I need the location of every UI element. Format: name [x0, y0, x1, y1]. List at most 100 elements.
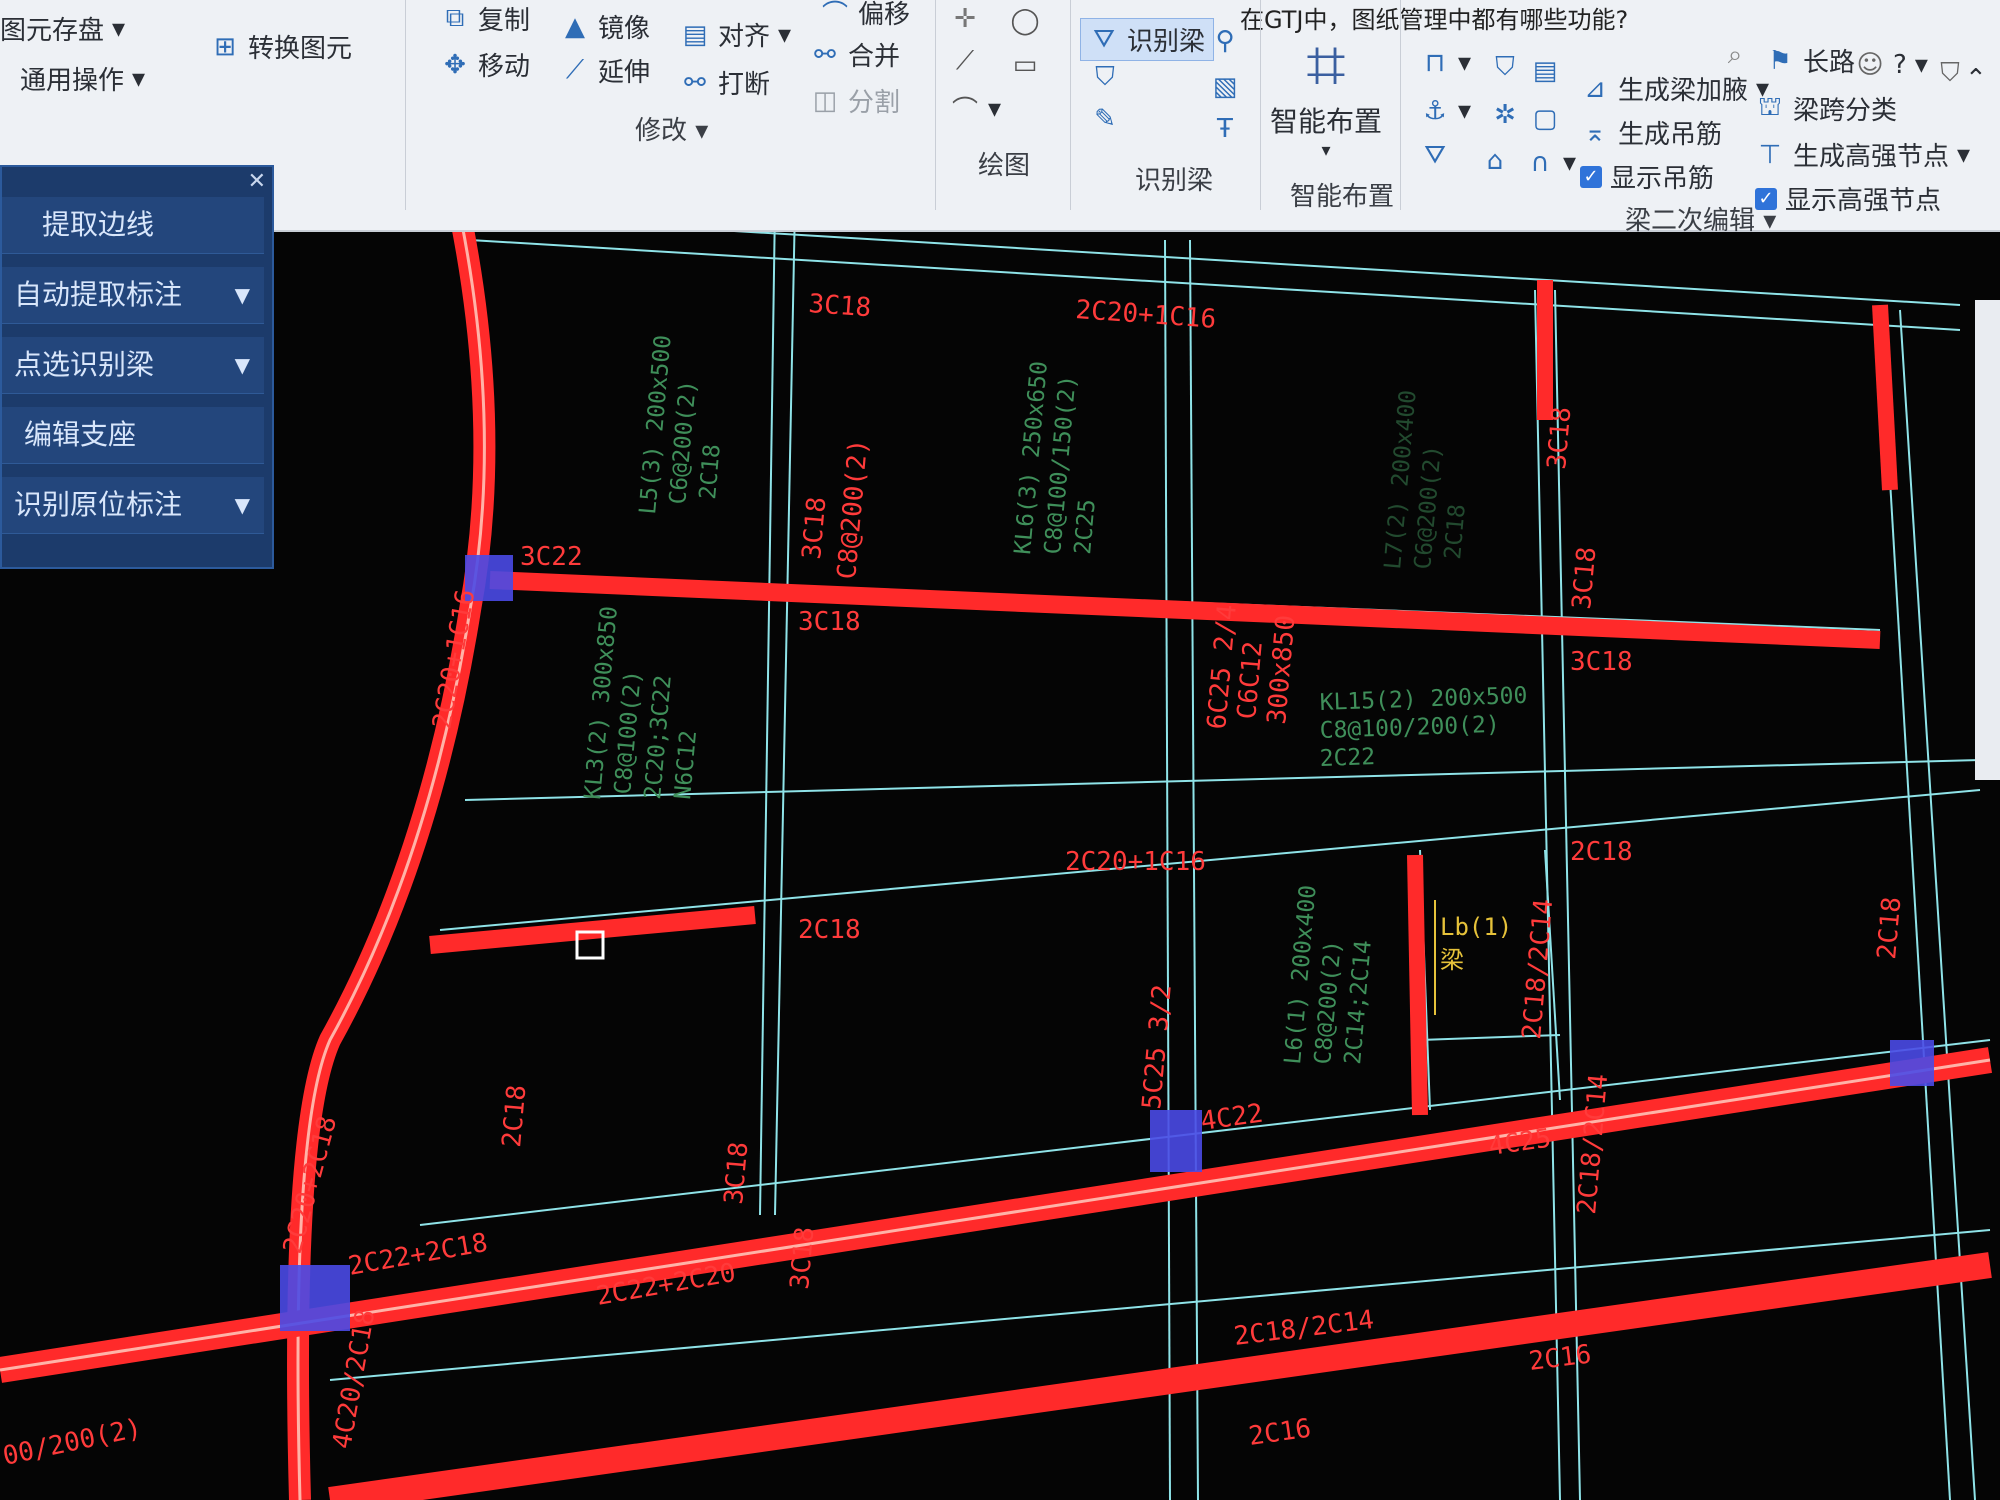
- modify-group-label[interactable]: 修改 ▾: [635, 110, 708, 147]
- common-ops-button[interactable]: 通用操作 ▾: [20, 60, 145, 97]
- beam-tool-button-5[interactable]: Ŧ: [1210, 114, 1240, 144]
- smart-layout-button[interactable]: ⌗ 智能布置 ▾: [1270, 30, 1382, 161]
- align-button[interactable]: ▤ 对齐 ▾: [680, 16, 791, 53]
- red-label: 3C18: [797, 496, 832, 561]
- support-box[interactable]: [1150, 1110, 1202, 1172]
- recognize-beam-button[interactable]: ⛛ 识别梁: [1080, 18, 1215, 61]
- red-label: 2C18: [1872, 896, 1907, 961]
- span-classify-label: 梁跨分类: [1793, 96, 1898, 126]
- draw-point-button[interactable]: ✛: [950, 4, 980, 34]
- settings-button[interactable]: ⛉: [1935, 58, 1965, 89]
- beam-edit-tool-4[interactable]: ⚓ ▾: [1420, 96, 1471, 126]
- rectangle-icon: ▭: [1012, 50, 1038, 80]
- beam-edit-tool-2[interactable]: ⛉: [1490, 52, 1520, 83]
- cad-workspace[interactable]: 3C22 2C20+1C16 3C18 2C20+1C16 3C18 2C18 …: [0, 0, 2000, 1500]
- draw-rect-button[interactable]: ▭: [1010, 50, 1040, 80]
- mirror-button[interactable]: ▲ 镜像: [560, 8, 650, 45]
- draw-line-button[interactable]: ⟋: [950, 46, 980, 77]
- help-icon: ?: [1893, 50, 1907, 80]
- convert-element-button[interactable]: ⊞ 转换图元: [210, 28, 352, 65]
- beam-edit-tool-6[interactable]: ▢: [1530, 104, 1560, 134]
- red-label: 2C18: [1570, 837, 1633, 867]
- search-button[interactable]: ⌕: [1720, 40, 1750, 71]
- extend-button[interactable]: ⟋ 延伸: [560, 52, 650, 89]
- merge-button[interactable]: ⚯ 合并: [810, 36, 900, 73]
- gen-strong-node-button[interactable]: ⊤ 生成高强节点 ▾: [1755, 136, 1970, 173]
- beam-vertical-short[interactable]: [1407, 854, 1428, 1116]
- arc-icon: ⌒: [951, 96, 978, 126]
- move-button[interactable]: ✥ 移动: [440, 46, 530, 83]
- crosshair-icon: ✛: [954, 4, 976, 34]
- length-path-label: 长路: [1803, 48, 1856, 78]
- edit-icon: ✎: [1094, 104, 1116, 134]
- classify-icon: ⛫: [1758, 91, 1782, 122]
- gen-haunch-button[interactable]: ⊿ 生成梁加腋 ▾: [1580, 70, 1769, 107]
- help-button[interactable]: ☺? ▾: [1855, 50, 1927, 80]
- circle-icon: ◯: [1010, 6, 1040, 36]
- beam-edit-tool-5[interactable]: ✲: [1490, 100, 1520, 130]
- convert-element-label: 转换图元: [248, 34, 353, 64]
- beam-edit-tool-3[interactable]: ▤: [1530, 56, 1560, 86]
- yellow-label: Lb(1): [1440, 913, 1512, 941]
- panel-item-recognize-in-situ[interactable]: 识别原位标注 ▼: [2, 477, 264, 534]
- close-icon[interactable]: ✕: [248, 169, 266, 194]
- break-button[interactable]: ⚯ 打断: [680, 64, 770, 101]
- show-hanger-checkbox[interactable]: ✓ 显示吊筋: [1580, 158, 1714, 195]
- draw-circle-button[interactable]: ◯: [1010, 6, 1040, 36]
- support-box[interactable]: [280, 1265, 350, 1331]
- gen-strong-node-label: 生成高强节点: [1793, 142, 1950, 172]
- red-label: 3C18: [1542, 406, 1577, 471]
- beam-edit-group-label[interactable]: 梁二次编辑 ▾: [1625, 200, 1776, 237]
- red-label: 3C18: [719, 1141, 754, 1206]
- support-box[interactable]: [1890, 1040, 1934, 1086]
- gen-hanger-button[interactable]: ⌅ 生成吊筋: [1580, 114, 1722, 151]
- extend-label: 延伸: [598, 58, 651, 88]
- smart-layout-group-label: 智能布置: [1290, 182, 1395, 212]
- show-hanger-label: 显示吊筋: [1610, 164, 1715, 194]
- beam-tool-button-4[interactable]: ✎: [1090, 104, 1120, 134]
- split-button[interactable]: ◫ 分割: [810, 82, 900, 119]
- draw-group-label: 绘图: [978, 151, 1031, 181]
- recognize-beam-panel: ✕ 提取边线 自动提取标注 ▼ 点选识别梁 ▼ 编辑支座 识别原位标注 ▼: [0, 165, 274, 569]
- right-side-toolbar[interactable]: [1975, 300, 2000, 780]
- chevron-up-icon: ⌃: [1965, 64, 1987, 94]
- collapse-ribbon-button[interactable]: ⌃: [1965, 64, 1987, 94]
- offset-button[interactable]: ⌒ 偏移: [820, 0, 910, 31]
- span-classify-button[interactable]: ⛫ 梁跨分类: [1755, 90, 1897, 127]
- dropdown-arrow-icon: ▼: [234, 283, 250, 307]
- chevron-down-icon: ▾: [695, 116, 709, 146]
- red-label: 2C18: [798, 915, 861, 945]
- show-strong-node-checkbox[interactable]: ✓ 显示高强节点: [1755, 180, 1941, 217]
- ribbon-separator: [1260, 0, 1261, 210]
- panel-item-point-recognize-beam[interactable]: 点选识别梁 ▼: [2, 337, 264, 394]
- beam-vertical-far-right[interactable]: [1872, 304, 1898, 491]
- mirror-icon: ▲: [565, 11, 585, 42]
- red-label: 3C22: [520, 542, 583, 572]
- copy-button[interactable]: ⧉ 复制: [440, 0, 530, 37]
- beam-tool-button-1[interactable]: ⚲: [1210, 26, 1240, 56]
- ribbon-separator: [405, 0, 406, 210]
- align-label: 对齐: [718, 22, 771, 52]
- hanger-bar-icon: ⌅: [1584, 117, 1606, 148]
- length-path-button[interactable]: ⚑ 长路: [1765, 42, 1855, 79]
- panel-item-auto-extract-label[interactable]: 自动提取标注 ▼: [2, 267, 264, 324]
- recognize-beam-label: 识别梁: [1127, 27, 1206, 57]
- beam-tool-button-3[interactable]: ▧: [1210, 72, 1240, 102]
- panel-item-extract-edge[interactable]: 提取边线: [2, 197, 264, 254]
- beam-support-icon: ⊓: [1424, 48, 1446, 78]
- panel-item-label: 自动提取标注: [14, 278, 183, 311]
- beam-edit-tool-1[interactable]: ⊓ ▾: [1420, 48, 1471, 78]
- panel-item-label: 编辑支座: [24, 418, 137, 451]
- draw-arc-button[interactable]: ⌒ ▾: [950, 90, 1001, 127]
- search-icon: ⌕: [1727, 40, 1743, 70]
- beam-edit-tool-9[interactable]: ∩ ▾: [1525, 148, 1576, 178]
- break-icon: ⚯: [684, 67, 706, 98]
- save-element-button[interactable]: 图元存盘 ▾: [0, 10, 125, 47]
- panel-item-edit-support[interactable]: 编辑支座: [2, 407, 264, 464]
- smart-layout-label: 智能布置: [1270, 105, 1383, 138]
- beam-edit-tool-8[interactable]: ⌂: [1480, 146, 1510, 176]
- show-strong-node-label: 显示高强节点: [1785, 186, 1942, 216]
- chevron-down-icon: ▾: [1321, 140, 1331, 161]
- beam-tool-button-2[interactable]: ⛉: [1090, 62, 1120, 93]
- beam-edit-tool-7[interactable]: ⛛: [1420, 140, 1450, 171]
